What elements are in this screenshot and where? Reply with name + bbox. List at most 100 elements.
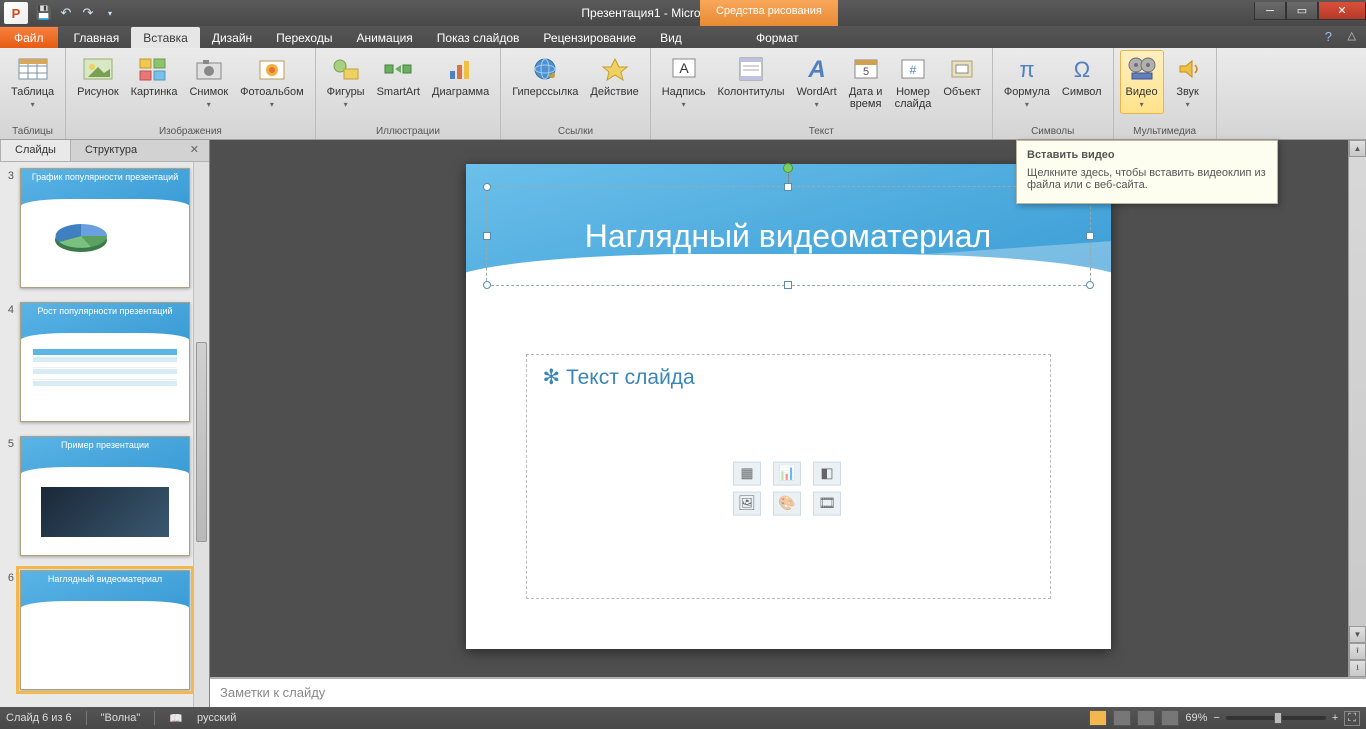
resize-handle[interactable]: [483, 281, 491, 289]
insert-chart-icon[interactable]: 📊: [773, 461, 801, 485]
picture-button[interactable]: Рисунок: [72, 50, 124, 101]
insert-picture-icon[interactable]: 🖼: [733, 491, 761, 515]
notes-pane[interactable]: Заметки к слайду: [210, 677, 1366, 707]
slide-title-text: Наглядный видеоматериал: [585, 218, 991, 255]
resize-handle[interactable]: [483, 232, 491, 240]
resize-handle[interactable]: [1086, 281, 1094, 289]
audio-button[interactable]: Звук▾: [1166, 50, 1210, 114]
zoom-out-button[interactable]: −: [1213, 712, 1219, 724]
tab-review[interactable]: Рецензирование: [531, 27, 648, 48]
app-icon: P: [4, 2, 28, 24]
thumbnail-4[interactable]: 4 Рост популярности презентаций: [4, 302, 205, 422]
tab-format[interactable]: Формат: [744, 27, 811, 48]
title-bar: P 💾 ↶ ↷ ▾ Презентация1 - Microsoft Power…: [0, 0, 1366, 26]
thumbnail-5[interactable]: 5 Пример презентации: [4, 436, 205, 556]
reading-view-button[interactable]: [1137, 710, 1155, 726]
insert-clipart-icon[interactable]: 🎨: [773, 491, 801, 515]
close-button[interactable]: ✕: [1318, 2, 1366, 20]
table-button[interactable]: Таблица ▾: [6, 50, 59, 114]
resize-handle[interactable]: [784, 183, 792, 191]
status-bar: Слайд 6 из 6 "Волна" 📖 русский 69% − + ⛶: [0, 707, 1366, 729]
scroll-down-icon[interactable]: ▼: [1349, 626, 1366, 643]
thumbnail-6[interactable]: 6 Наглядный видеоматериал: [4, 570, 205, 690]
chevron-down-icon: ▾: [1186, 100, 1190, 109]
thumb-title: Пример презентации: [21, 437, 189, 450]
scroll-up-icon[interactable]: ▲: [1349, 140, 1366, 157]
slideshow-view-button[interactable]: [1161, 710, 1179, 726]
action-button[interactable]: Действие: [585, 50, 643, 101]
video-button[interactable]: Видео▾: [1120, 50, 1164, 114]
wordart-icon: A: [801, 53, 833, 85]
table-label: Таблица: [11, 86, 54, 98]
slidenum-button[interactable]: #Номер слайда: [890, 50, 937, 113]
zoom-in-button[interactable]: +: [1332, 712, 1338, 724]
slide: Наглядный видеоматериал ✻ Текст слайда: [466, 164, 1111, 649]
equation-button[interactable]: πФормула▾: [999, 50, 1055, 114]
symbol-button[interactable]: ΩСимвол: [1057, 50, 1107, 101]
title-placeholder[interactable]: Наглядный видеоматериал: [486, 186, 1091, 286]
status-language[interactable]: русский: [197, 712, 236, 724]
rotation-handle[interactable]: [783, 163, 793, 173]
next-slide-icon[interactable]: ⭳: [1349, 660, 1366, 677]
resize-handle[interactable]: [1086, 232, 1094, 240]
slide-stage[interactable]: Наглядный видеоматериал ✻ Текст слайда: [210, 140, 1366, 677]
thumb-scrollbar[interactable]: [193, 162, 209, 707]
insert-table-icon[interactable]: ▦: [733, 461, 761, 485]
panel-tab-slides[interactable]: Слайды: [0, 140, 71, 161]
ribbon-collapse-icon[interactable]: △: [1348, 29, 1356, 42]
wordart-button[interactable]: AWordArt▾: [792, 50, 842, 114]
shapes-button[interactable]: Фигуры▾: [322, 50, 370, 114]
hyperlink-button[interactable]: Гиперссылка: [507, 50, 583, 101]
maximize-button[interactable]: ▭: [1286, 2, 1318, 20]
undo-button[interactable]: ↶: [56, 3, 76, 23]
tab-design[interactable]: Дизайн: [200, 27, 264, 48]
zoom-level[interactable]: 69%: [1185, 712, 1207, 724]
chevron-down-icon: ▾: [31, 100, 35, 109]
qat-more-icon[interactable]: ▾: [100, 3, 120, 23]
video-label: Видео: [1126, 86, 1158, 98]
content-placeholder[interactable]: ✻ Текст слайда ▦ 📊 ◧ 🖼 🎨 🎞: [526, 354, 1051, 599]
file-tab[interactable]: Файл: [0, 27, 58, 48]
spellcheck-icon[interactable]: 📖: [169, 712, 183, 725]
canvas-scrollbar[interactable]: ▲ ▼ ⭱ ⭳: [1348, 140, 1366, 677]
group-illustrations-label: Иллюстрации: [316, 125, 501, 139]
help-icon[interactable]: ?: [1325, 29, 1332, 44]
placeholder-insert-icons: ▦ 📊 ◧ 🖼 🎨 🎞: [733, 461, 843, 515]
redo-button[interactable]: ↷: [78, 3, 98, 23]
resize-handle[interactable]: [784, 281, 792, 289]
datetime-button[interactable]: 5Дата и время: [844, 50, 888, 113]
insert-media-icon[interactable]: 🎞: [813, 491, 841, 515]
tab-transitions[interactable]: Переходы: [264, 27, 344, 48]
object-button[interactable]: Объект: [938, 50, 985, 101]
svg-text:5: 5: [863, 66, 869, 78]
tab-view[interactable]: Вид: [648, 27, 694, 48]
tab-insert[interactable]: Вставка: [131, 27, 200, 48]
chevron-down-icon: ▾: [344, 100, 348, 109]
tab-home[interactable]: Главная: [62, 27, 132, 48]
zoom-slider[interactable]: [1226, 716, 1326, 720]
screenshot-button[interactable]: Снимок▾: [184, 50, 233, 114]
prev-slide-icon[interactable]: ⭱: [1349, 643, 1366, 660]
symbol-label: Символ: [1062, 86, 1102, 98]
thumb-title: Наглядный видеоматериал: [21, 571, 189, 584]
tab-animations[interactable]: Анимация: [344, 27, 424, 48]
panel-close-icon[interactable]: ✕: [180, 140, 209, 161]
minimize-button[interactable]: ─: [1254, 2, 1286, 20]
panel-tab-outline[interactable]: Структура: [71, 140, 151, 161]
status-slide-count: Слайд 6 из 6: [6, 712, 72, 724]
textbox-button[interactable]: AНадпись▾: [657, 50, 711, 114]
normal-view-button[interactable]: [1089, 710, 1107, 726]
save-button[interactable]: 💾: [34, 3, 54, 23]
tab-slideshow[interactable]: Показ слайдов: [425, 27, 532, 48]
sorter-view-button[interactable]: [1113, 710, 1131, 726]
fit-window-button[interactable]: ⛶: [1344, 711, 1360, 726]
thumb-title: График популярности презентаций: [21, 169, 189, 182]
photoalbum-button[interactable]: Фотоальбом▾: [235, 50, 309, 114]
resize-handle[interactable]: [483, 183, 491, 191]
clipart-button[interactable]: Картинка: [126, 50, 183, 101]
thumbnail-3[interactable]: 3 График популярности презентаций: [4, 168, 205, 288]
smartart-button[interactable]: SmartArt: [372, 50, 425, 101]
insert-smartart-icon[interactable]: ◧: [813, 461, 841, 485]
headerfooter-button[interactable]: Колонтитулы: [713, 50, 790, 101]
chart-button[interactable]: Диаграмма: [427, 50, 494, 101]
